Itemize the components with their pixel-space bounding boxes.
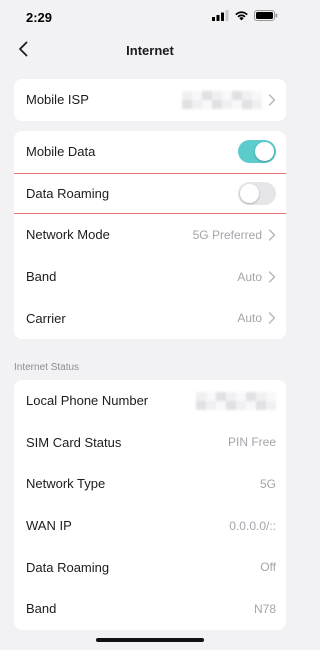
status-band-value: N78 <box>253 601 276 616</box>
local-phone-label: Local Phone Number <box>26 393 149 409</box>
sim-status-row: SIM Card Status PIN Free <box>14 422 286 464</box>
status-time: 2:29 <box>26 9 53 25</box>
signal-icon <box>212 8 229 26</box>
mobile-isp-label: Mobile ISP <box>26 92 89 108</box>
isp-card: Mobile ISP <box>14 79 286 121</box>
wan-ip-value: 0.0.0.0/:: <box>229 518 276 533</box>
data-roaming-toggle[interactable] <box>238 181 276 205</box>
wifi-icon <box>234 8 249 26</box>
redacted-phone-value <box>196 391 276 410</box>
nav-bar: Internet <box>0 34 300 68</box>
connection-card: Mobile Data Data Roaming Network Mode 5G… <box>14 131 286 339</box>
status-bar: 2:29 <box>0 0 300 34</box>
network-mode-row[interactable]: Network Mode 5G Preferred <box>14 214 286 256</box>
page-title: Internet <box>126 43 174 58</box>
mobile-data-label: Mobile Data <box>26 144 96 160</box>
toggle-knob <box>240 183 259 203</box>
sim-status-value: PIN Free <box>227 435 276 450</box>
band-value: Auto <box>237 269 262 284</box>
network-type-value: 5G <box>259 476 276 491</box>
mobile-data-toggle[interactable] <box>238 140 276 164</box>
status-data-roaming-value: Off <box>260 560 276 575</box>
data-roaming-label: Data Roaming <box>26 185 110 201</box>
chevron-right-icon <box>268 94 276 106</box>
network-type-row: Network Type 5G <box>14 463 286 505</box>
battery-icon <box>254 8 278 26</box>
toggle-knob <box>255 142 274 162</box>
data-roaming-row: Data Roaming <box>14 172 286 215</box>
chevron-right-icon <box>268 229 276 241</box>
network-mode-value: 5G Preferred <box>192 227 262 242</box>
chevron-right-icon <box>268 312 276 324</box>
status-band-label: Band <box>26 601 57 617</box>
status-data-roaming-row: Data Roaming Off <box>14 546 286 588</box>
carrier-label: Carrier <box>26 310 66 326</box>
network-type-label: Network Type <box>26 476 106 492</box>
redacted-isp-value <box>182 90 262 109</box>
home-indicator[interactable] <box>96 638 204 642</box>
sim-status-label: SIM Card Status <box>26 434 122 450</box>
wan-ip-row: WAN IP 0.0.0.0/:: <box>14 505 286 547</box>
local-phone-row: Local Phone Number <box>14 380 286 422</box>
mobile-data-row: Mobile Data <box>14 131 286 173</box>
mobile-isp-row[interactable]: Mobile ISP <box>14 79 286 121</box>
band-label: Band <box>26 269 57 285</box>
section-title-internet-status: Internet Status <box>14 362 80 373</box>
band-row[interactable]: Band Auto <box>14 256 286 298</box>
carrier-value: Auto <box>237 311 262 326</box>
status-icons <box>212 8 278 26</box>
chevron-right-icon <box>268 270 276 283</box>
wan-ip-label: WAN IP <box>26 518 72 534</box>
network-mode-label: Network Mode <box>26 227 110 243</box>
status-band-row: Band N78 <box>14 588 286 630</box>
status-data-roaming-label: Data Roaming <box>26 559 110 575</box>
internet-status-card: Local Phone Number SIM Card Status PIN F… <box>14 380 286 630</box>
carrier-row[interactable]: Carrier Auto <box>14 297 286 339</box>
